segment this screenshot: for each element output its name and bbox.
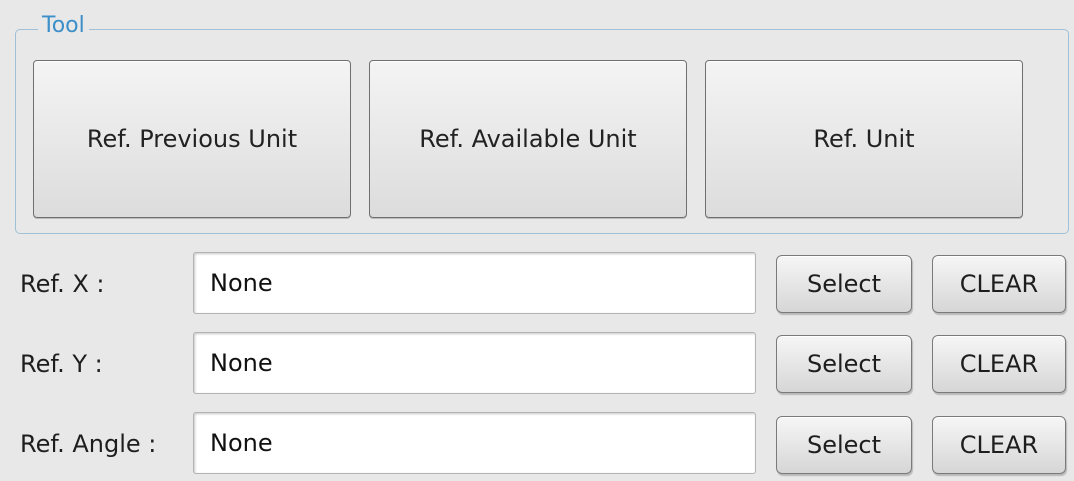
ref-angle-label: Ref. Angle : — [20, 430, 157, 458]
ref-x-select-button[interactable]: Select — [776, 255, 912, 313]
ref-y-clear-button[interactable]: CLEAR — [932, 335, 1066, 393]
ref-angle-clear-button[interactable]: CLEAR — [932, 416, 1066, 474]
ref-y-select-button[interactable]: Select — [776, 335, 912, 393]
ref-previous-unit-button[interactable]: Ref. Previous Unit — [33, 60, 351, 218]
ref-angle-field[interactable]: None — [193, 412, 756, 474]
tool-group-title: Tool — [38, 12, 89, 40]
ref-x-clear-button[interactable]: CLEAR — [932, 255, 1066, 313]
reference-tool-panel: Tool Ref. Previous Unit Ref. Available U… — [0, 0, 1074, 481]
ref-unit-button[interactable]: Ref. Unit — [705, 60, 1023, 218]
ref-available-unit-button[interactable]: Ref. Available Unit — [369, 60, 687, 218]
ref-x-field[interactable]: None — [193, 252, 756, 314]
ref-y-field[interactable]: None — [193, 332, 756, 394]
ref-y-label: Ref. Y : — [20, 350, 103, 378]
ref-x-label: Ref. X : — [20, 270, 105, 298]
ref-angle-select-button[interactable]: Select — [776, 416, 912, 474]
